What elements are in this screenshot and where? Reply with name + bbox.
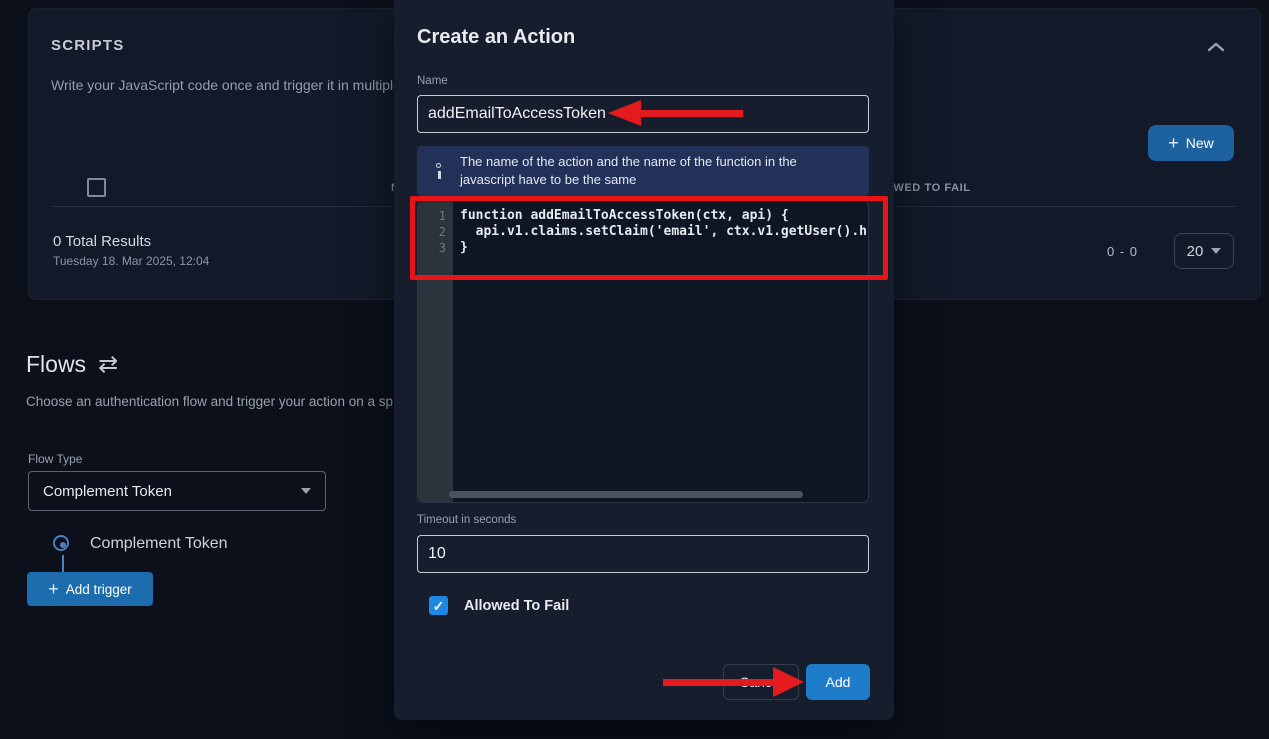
collapse-section-button[interactable] bbox=[1202, 33, 1230, 61]
info-banner-text: The name of the action and the name of t… bbox=[460, 153, 869, 188]
new-action-button[interactable]: + New bbox=[1148, 125, 1234, 161]
flow-type-select[interactable]: Complement Token bbox=[28, 471, 326, 511]
chevron-up-icon bbox=[1207, 42, 1225, 52]
code-line: } bbox=[453, 240, 868, 256]
flow-node-icon bbox=[53, 535, 73, 555]
caret-down-icon bbox=[301, 488, 311, 494]
create-action-dialog: Create an Action Name The name of the ac… bbox=[394, 0, 894, 720]
flow-type-value: Complement Token bbox=[43, 483, 172, 500]
dialog-title: Create an Action bbox=[417, 26, 575, 49]
cancel-button[interactable]: Cancel bbox=[723, 664, 799, 700]
editor-code-area[interactable]: function addEmailToAccessToken(ctx, api)… bbox=[453, 201, 868, 502]
scripts-section-title: SCRIPTS bbox=[51, 37, 124, 54]
results-timestamp: Tuesday 18. Mar 2025, 12:04 bbox=[53, 254, 209, 268]
allowed-to-fail-row: ✓ Allowed To Fail bbox=[429, 596, 569, 615]
page-size-select[interactable]: 20 bbox=[1174, 233, 1234, 269]
page-size-value: 20 bbox=[1187, 243, 1204, 260]
add-button[interactable]: Add bbox=[806, 664, 870, 700]
add-trigger-button[interactable]: + Add trigger bbox=[27, 572, 153, 606]
new-button-label: New bbox=[1186, 135, 1214, 151]
flow-node-label: Complement Token bbox=[90, 535, 228, 553]
swap-arrows-icon: ⇄ bbox=[98, 350, 118, 379]
flow-type-label: Flow Type bbox=[28, 452, 82, 466]
editor-line-numbers: 1 2 3 bbox=[418, 201, 453, 502]
caret-down-icon bbox=[1211, 248, 1221, 254]
name-field-label: Name bbox=[417, 75, 448, 87]
code-editor[interactable]: 1 2 3 function addEmailToAccessToken(ctx… bbox=[417, 200, 869, 503]
code-line: api.v1.claims.setClaim('email', ctx.v1.g… bbox=[453, 224, 868, 240]
total-results: 0 Total Results bbox=[53, 233, 151, 250]
select-all-checkbox[interactable] bbox=[87, 178, 106, 197]
allowed-to-fail-checkbox[interactable]: ✓ bbox=[429, 596, 448, 615]
pagination-range: 0 - 0 bbox=[1107, 244, 1138, 259]
action-name-input[interactable] bbox=[417, 95, 869, 133]
timeout-input[interactable] bbox=[417, 535, 869, 573]
scripts-section-description: Write your JavaScript code once and trig… bbox=[51, 77, 401, 93]
plus-icon: + bbox=[48, 580, 59, 598]
code-line: function addEmailToAccessToken(ctx, api)… bbox=[453, 208, 868, 224]
info-banner: The name of the action and the name of t… bbox=[417, 146, 869, 196]
timeout-field-label: Timeout in seconds bbox=[417, 514, 516, 526]
add-trigger-label: Add trigger bbox=[66, 582, 132, 597]
allowed-to-fail-label: Allowed To Fail bbox=[464, 598, 569, 614]
line-number: 1 bbox=[418, 208, 453, 224]
checkmark-icon: ✓ bbox=[433, 599, 445, 613]
line-number: 3 bbox=[418, 240, 453, 256]
plus-icon: + bbox=[1168, 134, 1179, 152]
flows-title-text: Flows bbox=[26, 351, 86, 378]
editor-horizontal-scrollbar[interactable] bbox=[449, 491, 803, 498]
flows-section-title: Flows ⇄ bbox=[26, 350, 118, 379]
flows-section-description: Choose an authentication flow and trigge… bbox=[26, 394, 393, 409]
info-icon bbox=[432, 163, 446, 179]
line-number: 2 bbox=[418, 224, 453, 240]
